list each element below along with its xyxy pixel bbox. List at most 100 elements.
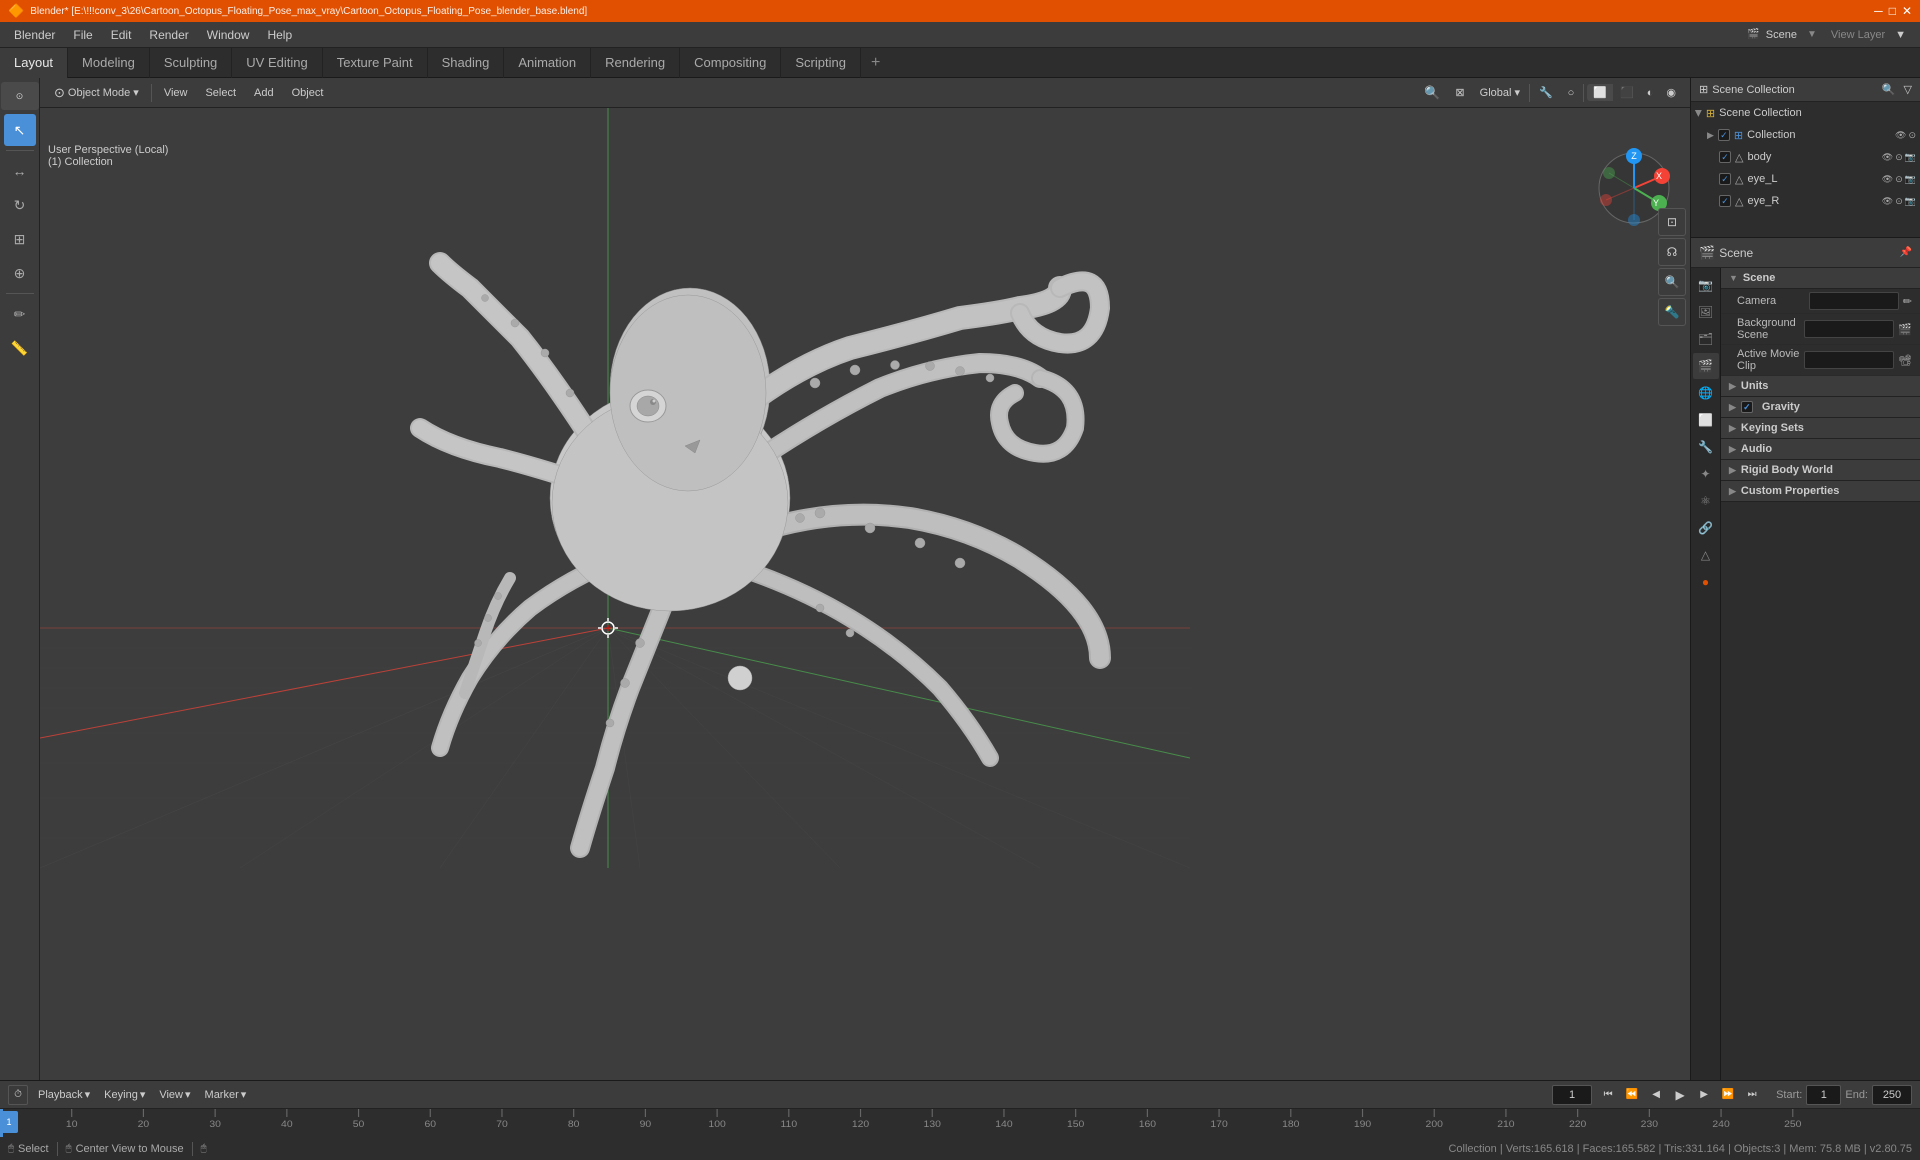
jump-start-btn[interactable]: ⏮ <box>1598 1085 1618 1105</box>
viewport-object-menu[interactable]: Object <box>286 85 330 101</box>
prop-output-icon[interactable]: 🖼 <box>1693 299 1719 325</box>
camera-eyedropper[interactable]: ✏ <box>1903 295 1912 308</box>
end-frame-input[interactable]: 250 <box>1872 1085 1912 1105</box>
viewport-mode-dropdown[interactable]: ⊙ Object Mode ▾ <box>48 83 145 103</box>
audio-section-header[interactable]: ▶ Audio <box>1721 439 1920 460</box>
eye-l-visibility-check[interactable] <box>1719 173 1731 185</box>
timeline-ruler[interactable]: 1 10 20 30 40 50 60 70 80 <box>0 1109 1920 1137</box>
prop-data-icon[interactable]: △ <box>1693 542 1719 568</box>
eye-l-select-icon[interactable]: ⊙ <box>1895 174 1903 185</box>
scene-section-header[interactable]: ▼ Scene <box>1721 268 1920 289</box>
bg-scene-icon[interactable]: 🎬 <box>1898 323 1912 336</box>
viewport-tool-1[interactable]: ⊡ <box>1658 208 1686 236</box>
outliner-body[interactable]: △ body 👁 ⊙ 📷 <box>1715 146 1920 168</box>
menu-blender[interactable]: Blender <box>6 26 63 44</box>
tab-uv-editing[interactable]: UV Editing <box>232 48 322 78</box>
eye-r-render-icon[interactable]: 📷 <box>1905 196 1916 207</box>
proportional-edit[interactable]: ○ <box>1562 85 1581 101</box>
shading-rendered[interactable]: ◉ <box>1660 84 1682 101</box>
viewport-view-menu[interactable]: View <box>158 85 194 101</box>
eye-r-visibility-check[interactable] <box>1719 195 1731 207</box>
custom-props-section-header[interactable]: ▶ Custom Properties <box>1721 481 1920 502</box>
bg-scene-field[interactable] <box>1804 320 1894 338</box>
outliner-collection[interactable]: ▶ ⊞ Collection 👁 ⊙ <box>1703 124 1920 146</box>
prev-frame-btn[interactable]: ◀ <box>1646 1085 1666 1105</box>
menu-help[interactable]: Help <box>259 26 300 44</box>
tab-modeling[interactable]: Modeling <box>68 48 150 78</box>
prev-keyframe-btn[interactable]: ⏪ <box>1622 1085 1642 1105</box>
prop-material-icon[interactable]: ● <box>1693 569 1719 595</box>
current-frame-input[interactable]: 1 <box>1552 1085 1592 1105</box>
movie-clip-field[interactable] <box>1804 351 1894 369</box>
outliner-search[interactable]: 🔍 <box>1882 83 1896 96</box>
body-view-icon[interactable]: 👁 <box>1882 152 1893 163</box>
eye-r-select-icon[interactable]: ⊙ <box>1895 196 1903 207</box>
prop-physics-icon[interactable]: ⚛ <box>1693 488 1719 514</box>
eye-l-render-icon[interactable]: 📷 <box>1905 174 1916 185</box>
tool-annotate[interactable]: ✏ <box>4 298 36 330</box>
mode-selector[interactable]: ⊙ <box>1 82 39 110</box>
tab-sculpting[interactable]: Sculpting <box>150 48 232 78</box>
tool-move[interactable]: ↔ <box>4 155 36 187</box>
maximize-btn[interactable]: □ <box>1889 4 1896 18</box>
movie-clip-icon[interactable]: 📽 <box>1898 354 1912 367</box>
status-center-view[interactable]: 🖱 Center View to Mouse <box>66 1143 184 1155</box>
timeline-view-icon[interactable]: ⏱ <box>8 1085 28 1105</box>
keying-dropdown[interactable]: Keying ▾ <box>100 1087 149 1102</box>
viewport-search[interactable]: 🔍 <box>1418 83 1446 103</box>
tab-rendering[interactable]: Rendering <box>591 48 680 78</box>
prop-world-icon[interactable]: 🌐 <box>1693 380 1719 406</box>
menu-window[interactable]: Window <box>199 26 258 44</box>
marker-dropdown[interactable]: Marker ▾ <box>201 1087 251 1102</box>
prop-object-icon[interactable]: ⬜ <box>1693 407 1719 433</box>
status-select[interactable]: 🖱 Select <box>8 1143 49 1155</box>
units-section-header[interactable]: ▶ Units <box>1721 376 1920 397</box>
minimize-btn[interactable]: ─ <box>1874 4 1883 18</box>
view-layer-selector[interactable]: ▼ <box>1895 29 1906 41</box>
view-dropdown[interactable]: View ▾ <box>155 1087 194 1102</box>
eye-l-view-icon[interactable]: 👁 <box>1882 174 1893 185</box>
scene-selector[interactable]: Scene <box>1766 29 1797 41</box>
col-checkbox[interactable] <box>1718 129 1730 141</box>
shading-wireframe[interactable]: ⬜ <box>1587 84 1613 101</box>
prop-render-icon[interactable]: 📷 <box>1693 272 1719 298</box>
tab-scripting[interactable]: Scripting <box>781 48 861 78</box>
camera-field[interactable] <box>1809 292 1899 310</box>
rigid-body-section-header[interactable]: ▶ Rigid Body World <box>1721 460 1920 481</box>
viewport-select-menu[interactable]: Select <box>199 85 242 101</box>
shading-solid[interactable]: ⬛ <box>1614 84 1640 101</box>
gravity-checkbox[interactable] <box>1741 401 1753 413</box>
next-frame-btn[interactable]: ▶ <box>1694 1085 1714 1105</box>
tab-compositing[interactable]: Compositing <box>680 48 781 78</box>
playback-dropdown[interactable]: Playback ▾ <box>34 1087 94 1102</box>
body-render-icon[interactable]: 📷 <box>1905 152 1916 163</box>
tool-rotate[interactable]: ↻ <box>4 189 36 221</box>
prop-view-layer-icon[interactable]: 🗂 <box>1693 326 1719 352</box>
viewport-tool-2[interactable]: ☊ <box>1658 238 1686 266</box>
outliner-filter[interactable]: ▽ <box>1904 83 1912 96</box>
outliner-eye-r[interactable]: △ eye_R 👁 ⊙ 📷 <box>1715 190 1920 212</box>
start-frame-input[interactable]: 1 <box>1806 1085 1841 1105</box>
tool-measure[interactable]: 📏 <box>4 332 36 364</box>
eye-r-view-icon[interactable]: 👁 <box>1882 196 1893 207</box>
collection-visibility-check[interactable] <box>1718 129 1730 141</box>
tool-transform[interactable]: ⊕ <box>4 257 36 289</box>
outliner-eye-l[interactable]: △ eye_L 👁 ⊙ 📷 <box>1715 168 1920 190</box>
keying-sets-section-header[interactable]: ▶ Keying Sets <box>1721 418 1920 439</box>
tab-animation[interactable]: Animation <box>504 48 591 78</box>
prop-scene-icon[interactable]: 🎬 <box>1693 353 1719 379</box>
tool-select[interactable]: ↖ <box>4 114 36 146</box>
props-pin[interactable]: 📌 <box>1900 247 1912 258</box>
close-btn[interactable]: ✕ <box>1902 4 1912 18</box>
menu-file[interactable]: File <box>65 26 100 44</box>
prop-modifier-icon[interactable]: 🔧 <box>1693 434 1719 460</box>
col-select-icon[interactable]: ⊙ <box>1908 130 1916 141</box>
snap-toggle[interactable]: 🔧 <box>1533 84 1559 101</box>
viewport-add-menu[interactable]: Add <box>248 85 280 101</box>
viewport-overlay[interactable]: ⊠ <box>1449 84 1470 101</box>
add-workspace-btn[interactable]: + <box>861 48 890 78</box>
viewport[interactable]: ⊙ Object Mode ▾ View Select Add Object 🔍… <box>40 78 1690 1080</box>
prop-constraints-icon[interactable]: 🔗 <box>1693 515 1719 541</box>
gravity-section-header[interactable]: ▶ Gravity <box>1721 397 1920 418</box>
tab-shading[interactable]: Shading <box>428 48 505 78</box>
